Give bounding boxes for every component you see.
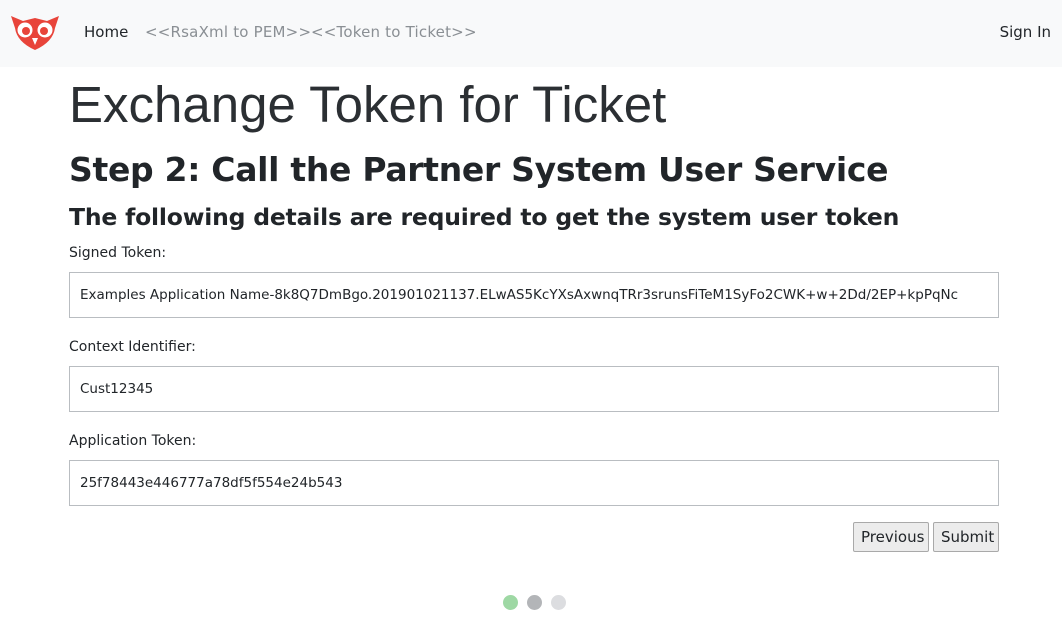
context-identifier-label: Context Identifier: bbox=[69, 339, 196, 355]
nav-home-link[interactable]: Home bbox=[84, 22, 128, 42]
submit-button[interactable]: Submit bbox=[933, 522, 999, 552]
application-token-input[interactable] bbox=[69, 460, 999, 506]
context-identifier-input[interactable] bbox=[69, 366, 999, 412]
nav-token-to-ticket-link[interactable]: <<Token to Ticket>> bbox=[311, 22, 477, 42]
application-token-label: Application Token: bbox=[69, 433, 197, 449]
step-dot-3 bbox=[551, 595, 566, 610]
sign-in-link[interactable]: Sign In bbox=[1000, 22, 1051, 42]
step-dot-1 bbox=[503, 595, 518, 610]
nav-rsaxml-link[interactable]: <<RsaXml to PEM>> bbox=[145, 22, 311, 42]
step-dot-2 bbox=[527, 595, 542, 610]
previous-button[interactable]: Previous bbox=[853, 522, 929, 552]
signed-token-input[interactable] bbox=[69, 272, 999, 318]
owl-logo-icon[interactable] bbox=[9, 12, 61, 52]
navbar: Home <<RsaXml to PEM>> <<Token to Ticket… bbox=[0, 0, 1062, 67]
sub-heading: The following details are required to ge… bbox=[69, 203, 900, 231]
signed-token-label: Signed Token: bbox=[69, 245, 167, 261]
step-heading: Step 2: Call the Partner System User Ser… bbox=[69, 150, 889, 189]
step-progress-indicator bbox=[503, 595, 567, 611]
page-title: Exchange Token for Ticket bbox=[69, 76, 667, 133]
